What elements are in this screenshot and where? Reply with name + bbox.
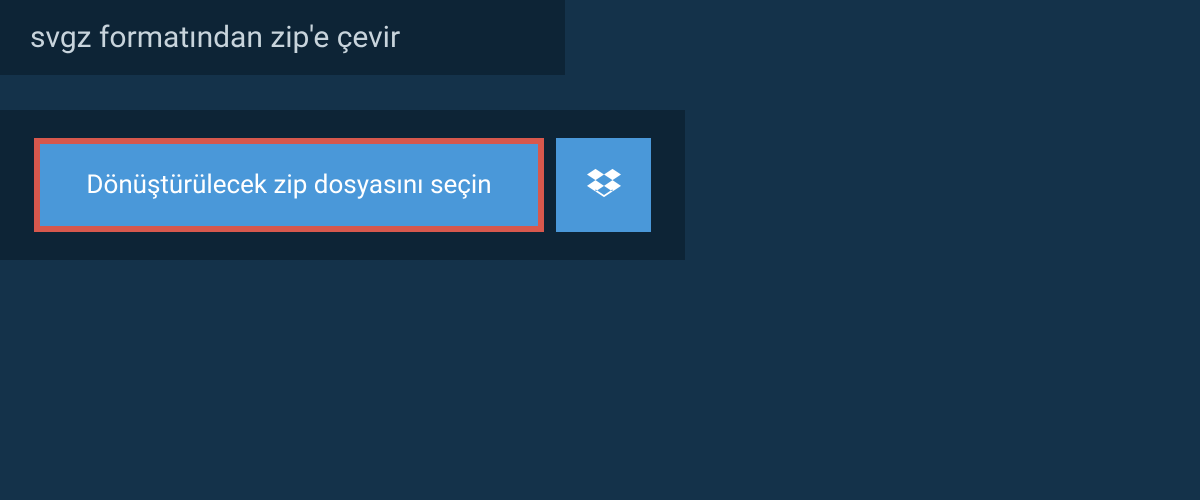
upload-panel: Dönüştürülecek zip dosyasını seçin (0, 110, 685, 260)
select-file-label: Dönüştürülecek zip dosyasını seçin (86, 170, 491, 200)
dropbox-icon (587, 166, 621, 204)
select-file-button[interactable]: Dönüştürülecek zip dosyasını seçin (34, 138, 544, 232)
page-title-bar: svgz formatından zip'e çevir (0, 0, 565, 75)
dropbox-button[interactable] (556, 138, 651, 232)
page-title: svgz formatından zip'e çevir (30, 20, 400, 55)
